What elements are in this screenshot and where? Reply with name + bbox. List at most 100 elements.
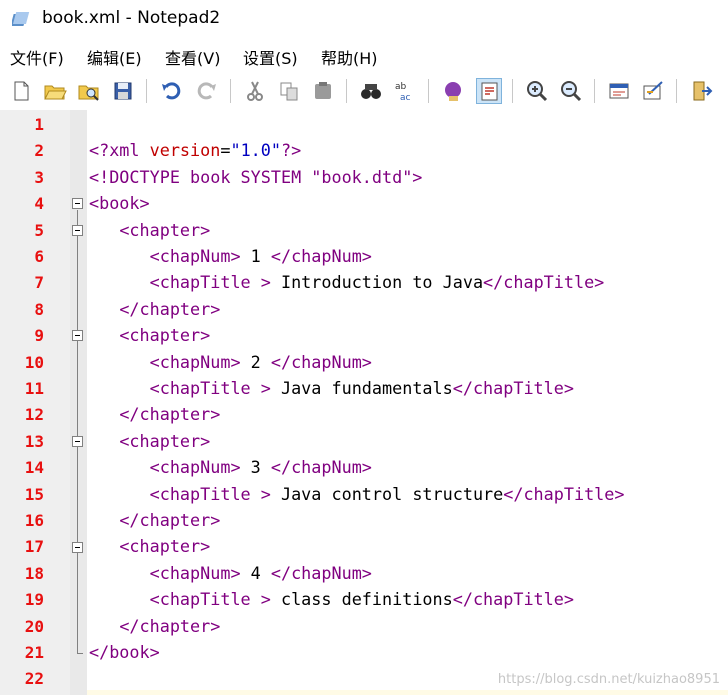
code-token: 3 <box>240 457 271 478</box>
code-token: 2 <box>240 351 271 372</box>
menu-edit[interactable]: 编辑(E) <box>87 45 142 69</box>
code-line[interactable]: <!DOCTYPE book SYSTEM "book.dtd"> <box>89 167 422 187</box>
line-number: 18 <box>24 563 44 583</box>
zoom-in-icon[interactable] <box>524 78 550 104</box>
find-icon[interactable] <box>358 78 384 104</box>
line-number: 20 <box>24 616 44 636</box>
line-number: 10 <box>24 352 44 372</box>
code-token: <chapter> <box>119 430 211 451</box>
code-token: <book> <box>89 193 150 214</box>
code-token: </chapNum> <box>270 351 372 372</box>
fold-toggle-icon[interactable] <box>72 330 83 342</box>
line-number: 19 <box>24 590 44 610</box>
code-line[interactable]: <chapNum> 3 </chapNum> <box>89 457 372 477</box>
toolbar: ab ac <box>0 72 728 110</box>
new-file-icon[interactable] <box>8 78 34 104</box>
copy-icon[interactable] <box>276 78 302 104</box>
scheme-icon[interactable] <box>440 78 466 104</box>
word-wrap-icon[interactable] <box>476 78 502 104</box>
browse-icon[interactable] <box>76 78 102 104</box>
code-line[interactable]: <chapNum> 1 </chapNum> <box>89 246 372 266</box>
line-number: 12 <box>24 405 44 425</box>
code-line[interactable]: <book> <box>89 193 150 213</box>
line-number: 9 <box>34 326 44 346</box>
line-number: 16 <box>24 511 44 530</box>
code-token: </chapNum> <box>270 457 372 478</box>
code-token: "1.0" <box>230 140 281 161</box>
menu-help[interactable]: 帮助(H) <box>321 45 378 69</box>
code-line[interactable]: <chapter> <box>89 536 210 556</box>
code-token: version <box>149 140 221 161</box>
code-token: <!DOCTYPE book SYSTEM "book.dtd"> <box>89 166 423 187</box>
code-token: <?xml <box>89 140 150 161</box>
code-token: </chapter> <box>119 510 221 530</box>
fold-guide-line <box>77 210 78 654</box>
line-number: 4 <box>34 194 44 214</box>
fold-toggle-icon[interactable] <box>72 541 83 553</box>
code-line[interactable]: </chapter> <box>89 404 220 424</box>
line-number: 22 <box>24 669 44 689</box>
exit-icon[interactable] <box>688 78 714 104</box>
code-token: <chapNum> <box>149 457 241 478</box>
fold-toggle-icon[interactable] <box>72 198 83 210</box>
code-token: class definitions <box>270 589 453 610</box>
view-icon[interactable] <box>606 78 632 104</box>
code-token: </chapter> <box>119 298 221 319</box>
save-icon[interactable] <box>110 78 136 104</box>
code-token: </chapter> <box>119 404 221 425</box>
open-folder-icon[interactable] <box>42 78 68 104</box>
line-number: 5 <box>34 220 44 240</box>
code-token: <chapTitle > <box>149 272 271 293</box>
code-token: Introduction to Java <box>270 272 484 293</box>
cut-icon[interactable] <box>242 78 268 104</box>
line-number: 2 <box>34 141 44 161</box>
code-line[interactable]: <chapTitle > Java control structure</cha… <box>89 484 625 504</box>
code-token: <chapTitle > <box>149 483 271 504</box>
code-line[interactable]: <chapNum> 4 </chapNum> <box>89 563 372 583</box>
code-line[interactable]: </chapter> <box>89 616 220 636</box>
menu-view[interactable]: 查看(V) <box>165 45 220 69</box>
title-bar: book.xml - Notepad2 <box>0 0 728 40</box>
watermark: https://blog.csdn.net/kuizhao8951 <box>497 672 720 687</box>
code-line[interactable]: </chapter> <box>89 510 220 530</box>
notepad-app-icon <box>12 12 30 26</box>
zoom-out-icon[interactable] <box>558 78 584 104</box>
code-token: </chapNum> <box>270 246 372 266</box>
code-line[interactable]: <?xml version="1.0"?> <box>89 140 301 160</box>
editor[interactable]: 1 2 <?xml version="1.0"?> 3 <!DOCTYPE book S… <box>0 110 728 695</box>
window-title: book.xml - Notepad2 <box>42 8 221 28</box>
code-token: <chapTitle > <box>149 378 271 398</box>
replace-icon[interactable]: ab ac <box>392 78 418 104</box>
fold-toggle-icon[interactable] <box>72 224 83 236</box>
code-line[interactable]: <chapter> <box>89 431 210 451</box>
code-token: <chapter> <box>119 536 211 557</box>
code-line[interactable]: </chapter> <box>89 299 220 319</box>
code-line[interactable]: </book> <box>89 642 160 662</box>
paste-icon[interactable] <box>310 78 336 104</box>
code-line[interactable]: <chapter> <box>89 220 210 240</box>
redo-icon[interactable] <box>194 78 220 104</box>
code-token: <chapNum> <box>149 246 241 266</box>
undo-icon[interactable] <box>158 78 184 104</box>
code-line[interactable]: <chapTitle > class definitions</chapTitl… <box>89 589 574 609</box>
toolbar-separator <box>676 79 677 103</box>
toolbar-separator <box>428 79 429 103</box>
code-line[interactable]: <chapter> <box>89 325 210 345</box>
menu-settings[interactable]: 设置(S) <box>243 45 298 69</box>
settings-icon[interactable] <box>640 78 666 104</box>
code-line[interactable]: <chapTitle > Introduction to Java</chapT… <box>89 272 605 293</box>
line-number: 13 <box>24 431 44 451</box>
fold-toggle-icon[interactable] <box>72 436 83 447</box>
code-token: 1 <box>240 246 271 266</box>
menu-file[interactable]: 文件(F) <box>10 45 64 69</box>
code-line[interactable]: <chapTitle > Java fundamentals</chapTitl… <box>89 378 574 398</box>
code-line[interactable]: <chapNum> 2 </chapNum> <box>89 352 372 372</box>
code-token: </chapTitle> <box>483 272 605 293</box>
code-token: <chapNum> <box>149 351 241 372</box>
